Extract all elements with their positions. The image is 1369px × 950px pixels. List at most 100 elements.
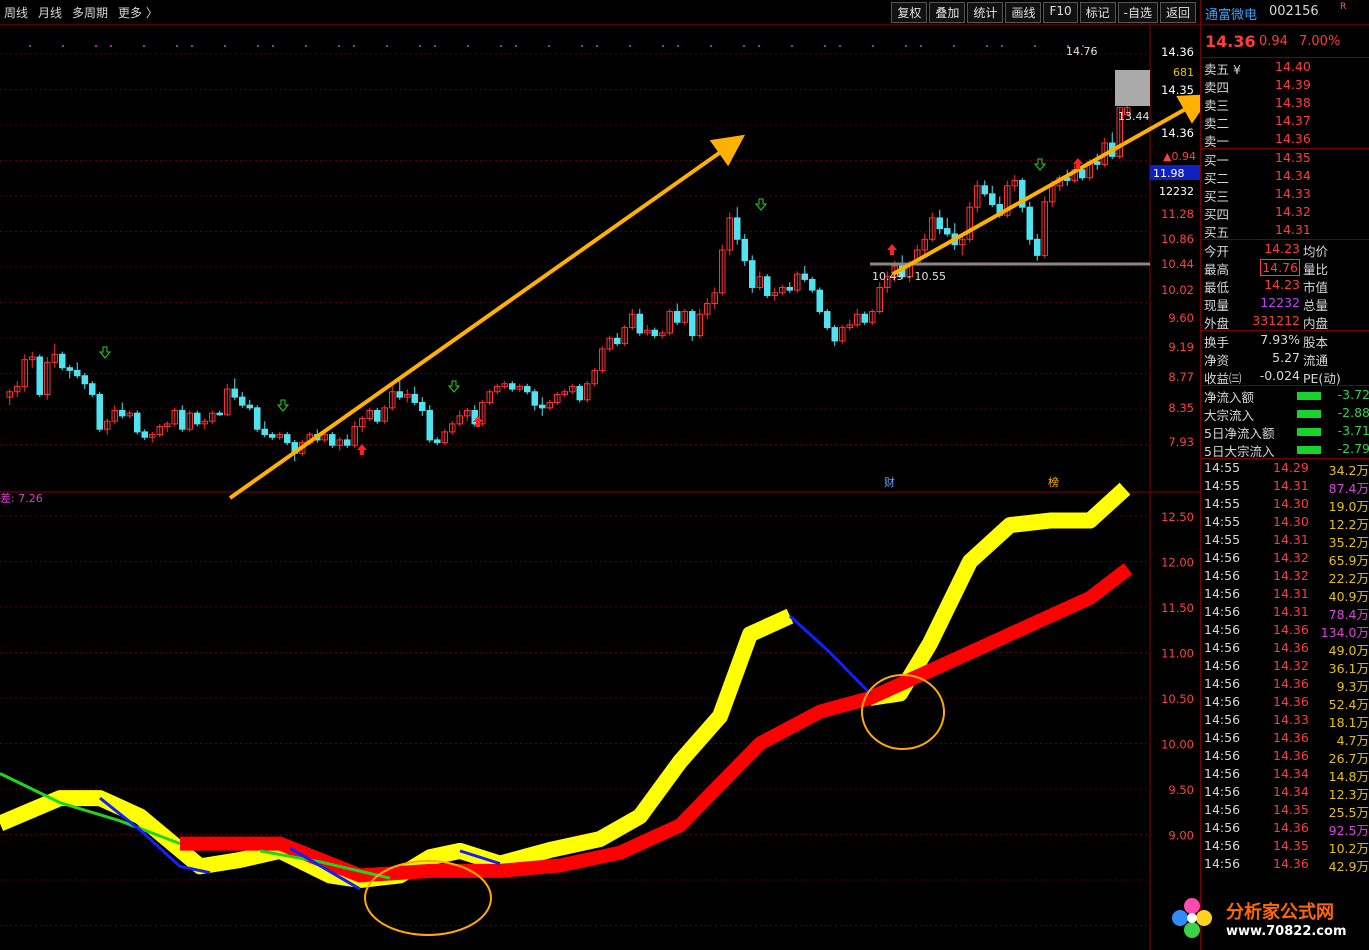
- tick-price: 14.34: [1273, 766, 1309, 781]
- candle-body: [831, 327, 838, 342]
- rzrq-badge: R: [1340, 2, 1347, 12]
- signal-dot: [1034, 45, 1036, 47]
- tool-button-4[interactable]: F10: [1043, 2, 1078, 23]
- tool-button-6[interactable]: -自选: [1117, 2, 1158, 23]
- candle-body: [749, 260, 756, 288]
- fundamentals: 换手 7.93% 股本 净资 5.27 流通 收益㈢ -0.024 PE(动): [1201, 331, 1369, 386]
- signal-dot: [176, 45, 178, 47]
- signal-dot: [839, 45, 841, 47]
- price-tick-label: 10.02: [1161, 283, 1194, 297]
- price-tick-label: 8.35: [1168, 401, 1194, 415]
- fund-row: 收益㈢ -0.024 PE(动): [1201, 367, 1369, 386]
- tick-row: 14:56 14.36 9.3万: [1201, 675, 1369, 694]
- buy-price: 14.33: [1275, 186, 1311, 201]
- stock-name[interactable]: 通富微电: [1205, 4, 1257, 23]
- quote-row: 最高 14.76 量比: [1201, 258, 1369, 277]
- candle-body: [344, 439, 351, 446]
- candle-body: [74, 369, 81, 377]
- tick-time: 14:56: [1204, 550, 1241, 565]
- candle-body: [509, 383, 516, 390]
- flow-bar: [1297, 446, 1321, 454]
- money-flow: 净流入额 -3.72 大宗流入 -2.88 5日净流入额 -3.71 5日大宗流入 -2.79: [1201, 386, 1369, 459]
- candle-body: [651, 329, 658, 337]
- buy-row: 买三 14.33: [1201, 185, 1369, 204]
- period-tab-3[interactable]: 更多 〉: [118, 4, 158, 21]
- tick-row: 14:56 14.36 92.5万: [1201, 819, 1369, 838]
- buy-price: 14.32: [1275, 204, 1311, 219]
- tick-row: 14:56 14.35 10.2万: [1201, 837, 1369, 856]
- sell-row: 卖五 ¥14.40: [1201, 58, 1369, 77]
- candle-body: [816, 289, 823, 313]
- buy-row: 买一 14.35: [1201, 149, 1369, 168]
- period-tab-1[interactable]: 月线: [38, 4, 62, 21]
- indicator-tick-label: 12.50: [1161, 510, 1194, 524]
- signal-dot: [500, 45, 502, 47]
- signal-dot: [419, 45, 421, 47]
- tool-button-3[interactable]: 画线: [1005, 2, 1042, 23]
- buy-arrow-icon: [887, 244, 897, 255]
- quote-panel: 通富微电 002156 R 14.36 0.94 7.00% 卖五 ¥14.40…: [1200, 0, 1369, 950]
- period-tab-2[interactable]: 多周期: [72, 4, 108, 21]
- indicator-tick-label: 12.00: [1161, 556, 1194, 570]
- signal-dot: [110, 45, 112, 47]
- signal-dot: [986, 45, 988, 47]
- quote-value: 14.23: [1264, 277, 1300, 292]
- tick-row: 14:56 14.36 26.7万: [1201, 747, 1369, 766]
- tool-button-5[interactable]: 标记: [1079, 2, 1116, 23]
- tick-time: 14:56: [1204, 820, 1241, 835]
- period-tab-0[interactable]: 周线: [4, 4, 28, 21]
- candle-body: [801, 273, 808, 280]
- tick-price: 14.30: [1273, 514, 1309, 529]
- sell-price: 14.36: [1275, 131, 1311, 146]
- signal-dot: [758, 45, 760, 47]
- tool-button-7[interactable]: 返回: [1159, 2, 1196, 23]
- tick-time: 14:56: [1204, 838, 1241, 853]
- signal-dot: [515, 45, 517, 47]
- tick-time: 14:55: [1204, 532, 1241, 547]
- tick-price: 14.36: [1273, 820, 1309, 835]
- tick-price: 14.34: [1273, 784, 1309, 799]
- sell-price: 14.38: [1275, 95, 1311, 110]
- indicator-label: 差: 7.26: [0, 491, 43, 505]
- candle-body: [689, 311, 696, 337]
- signal-dot: [434, 45, 436, 47]
- tick-row: 14:56 14.32 22.2万: [1201, 567, 1369, 586]
- candle-body: [89, 383, 96, 395]
- flow-value: -2.88: [1337, 405, 1369, 420]
- candle-body: [261, 428, 268, 436]
- tick-price: 14.36: [1273, 640, 1309, 655]
- tick-time: 14:56: [1204, 568, 1241, 583]
- tick-list[interactable]: 14:55 14.29 34.2万 14:55 14.31 87.4万 14:55 14.30…: [1201, 459, 1369, 874]
- candle-body: [374, 410, 381, 422]
- signal-dot: [548, 45, 550, 47]
- flow-bar: [1297, 392, 1321, 400]
- tick-row: 14:56 14.33 18.1万: [1201, 711, 1369, 730]
- tick-price: 14.31: [1273, 586, 1309, 601]
- candle-body: [531, 391, 538, 406]
- volume-label-2: 12232: [1159, 185, 1194, 198]
- quote-label: 外盘: [1204, 316, 1230, 331]
- candle-body: [119, 410, 126, 417]
- fund-label: 收益㈢: [1204, 371, 1242, 386]
- sell-price: 14.40: [1275, 59, 1311, 74]
- candle-body: [141, 431, 148, 438]
- quote-value: 14.76: [1260, 259, 1300, 276]
- tick-price: 14.29: [1273, 460, 1309, 475]
- candle-body: [809, 278, 816, 291]
- tool-button-0[interactable]: 复权: [891, 2, 928, 23]
- quote-row: 外盘 331212 内盘: [1201, 312, 1369, 331]
- tool-button-2[interactable]: 统计: [967, 2, 1004, 23]
- quote-value: 14.23: [1264, 241, 1300, 256]
- signal-dot: [143, 45, 145, 47]
- sell-price: 14.39: [1275, 77, 1311, 92]
- tick-price: 14.36: [1273, 694, 1309, 709]
- signal-dot: [953, 45, 955, 47]
- kline-chart[interactable]: 14.36 14.35 14.36 11.28 10.86 10.44 10.02 9.60 9…: [0, 24, 1200, 950]
- cai-marker: 财: [884, 475, 895, 489]
- tool-button-1[interactable]: 叠加: [929, 2, 966, 23]
- candle-body: [419, 401, 426, 412]
- tick-volume: 42.9万: [1328, 859, 1369, 874]
- candle-body: [231, 388, 238, 398]
- tick-price: 14.32: [1273, 550, 1309, 565]
- candle-body: [179, 410, 186, 430]
